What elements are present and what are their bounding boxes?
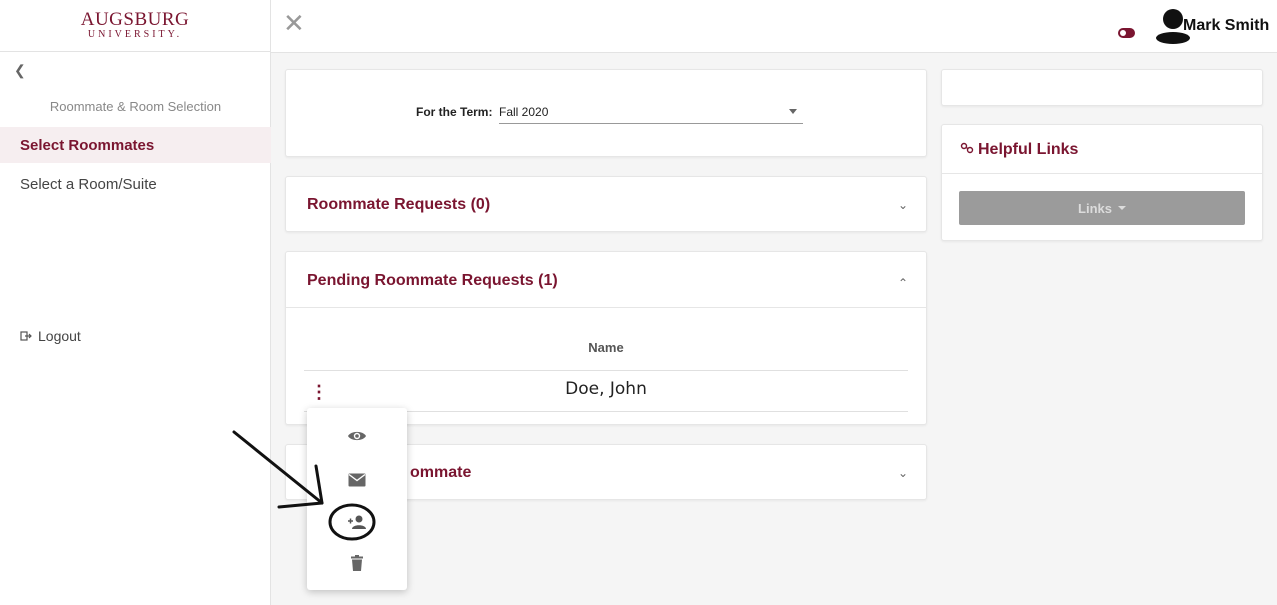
logout-link[interactable]: Logout [20,328,81,344]
helpful-links-title: Helpful Links [960,141,1078,159]
add-roommate-title: ommate [410,464,472,481]
pending-requests-card: Pending Roommate Requests (1) ⌃ Name ⋮ D… [285,251,927,425]
side-empty-card [941,69,1263,106]
add-roommate-menu-item[interactable] [307,505,407,539]
sidebar: AUGSBURG UNIVERSITY. ❮ Roommate & Room S… [0,0,271,605]
logo-sub-text: UNIVERSITY. [87,28,183,40]
eye-icon [348,431,366,441]
term-label: For the Term: [416,105,493,119]
trash-icon [351,555,363,571]
university-logo[interactable]: AUGSBURG UNIVERSITY. [0,0,270,52]
pending-requests-title: Pending Roommate Requests (1) [307,272,558,289]
logo-main-text: AUGSBURG [80,8,190,30]
links-dropdown-button[interactable]: Links [959,191,1245,225]
link-icon [960,142,974,154]
term-selected-value: Fall 2020 [499,105,549,119]
name-column-header: Name [588,340,624,355]
dropdown-caret-icon [789,109,797,114]
add-person-icon [348,515,366,529]
user-name[interactable]: Mark Smith [1183,17,1269,35]
logout-icon [20,331,32,341]
theme-toggle[interactable] [1118,28,1135,38]
term-select[interactable]: Fall 2020 [499,100,803,124]
chevron-down-icon[interactable]: ⌄ [898,198,908,212]
chevron-down-icon[interactable]: ⌄ [898,466,908,480]
sidebar-section-heading: Roommate & Room Selection [49,99,222,114]
logout-label: Logout [38,328,81,344]
email-icon [348,473,366,487]
roommate-name-cell: Doe, John [565,379,647,399]
helpful-links-card: Helpful Links Links [941,124,1263,241]
card-divider [942,173,1262,174]
table-header-divider [304,370,908,371]
chevron-up-icon[interactable]: ⌃ [898,276,908,290]
collapse-sidebar-icon[interactable]: ❮ [14,62,26,79]
roommate-requests-title: Roommate Requests (0) [307,196,491,213]
view-menu-item[interactable] [307,419,407,453]
sidebar-item-select-roommates[interactable]: Select Roommates [0,127,271,163]
email-menu-item[interactable] [307,463,407,497]
caret-down-icon [1117,206,1126,210]
close-icon[interactable]: ✕ [283,8,305,39]
sidebar-item-label: Select Roommates [20,136,155,154]
top-bar: ✕ Mark Smith [271,0,1277,53]
sidebar-item-label: Select a Room/Suite [20,175,157,193]
term-card: For the Term: Fall 2020 [285,69,927,157]
roommate-requests-card[interactable]: Roommate Requests (0) ⌄ [285,176,927,232]
row-actions-menu [307,408,407,590]
card-divider [286,307,926,308]
helpful-links-label: Helpful Links [978,141,1079,158]
links-button-label: Links [1078,200,1112,216]
sidebar-item-select-room[interactable]: Select a Room/Suite [0,166,271,202]
delete-menu-item[interactable] [307,546,407,580]
